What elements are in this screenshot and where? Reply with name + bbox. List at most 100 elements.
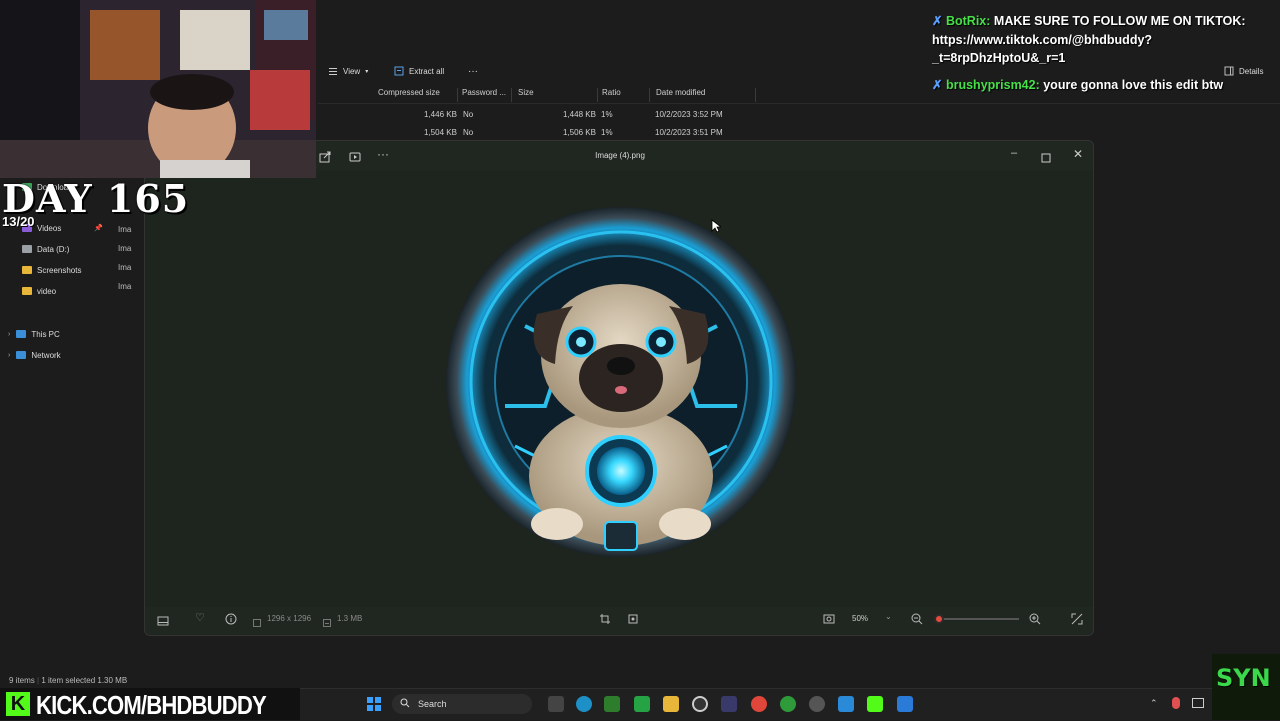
chat-message: ✗ BotRix: MAKE SURE TO FOLLOW ME ON TIKT… [932,12,1277,68]
kick-url-text: KICK.COM/BHDBUDDY [36,690,267,720]
nav-item-label: Network [31,350,61,360]
settings-icon[interactable] [809,696,825,712]
file-compressed: 1,504 KB [424,128,457,137]
nav-item-label: Videos [37,223,62,233]
chat-username: brushyprism42: [945,77,1040,92]
windows-start-icon[interactable] [366,696,382,717]
search-icon [400,698,410,710]
kick-app-icon[interactable] [867,696,883,712]
kick-logo-icon: K [6,692,30,716]
favorite-icon[interactable]: ♡ [195,611,205,624]
drive-icon [22,245,32,253]
list-item[interactable]: Ima [118,239,131,258]
kick-banner: K KICK.COM/BHDBUDDY [0,688,300,720]
list-item[interactable]: Ima [118,220,131,239]
file-explorer-icon[interactable] [663,696,679,712]
status-selected: 1 item selected 1.30 MB [41,676,128,685]
filmstrip-icon[interactable] [157,613,169,631]
day-counter-sub: 13/20 [2,214,35,229]
zoom-level-select[interactable]: 50% [852,614,868,623]
folder-icon [22,287,32,295]
file-compressed: 1,446 KB [424,110,457,119]
extract-label: Extract all [409,66,445,76]
image-canvas[interactable] [145,171,1093,607]
microphone-icon[interactable] [1172,697,1180,709]
list-item[interactable]: Ima [118,277,131,296]
display-icon[interactable] [1192,698,1204,708]
xbox-icon[interactable] [780,696,796,712]
chat-overlay: ✗ BotRix: MAKE SURE TO FOLLOW ME ON TIKT… [932,12,1277,102]
nav-item-label: Screenshots [37,265,82,275]
search-placeholder: Search [418,699,447,709]
view-button[interactable]: View ▾ [328,62,368,80]
spreadsheet-icon[interactable] [634,696,650,712]
view-icon [328,66,338,76]
chat-username: BotRix: [945,14,991,28]
nav-item-label: This PC [31,329,60,339]
sword-icon: ✗ [932,14,943,28]
file-password: No [463,110,474,119]
image-dimensions: 1296 x 1296 [267,614,312,623]
filesize-icon [323,614,331,632]
network-icon [16,351,27,359]
nvidia-icon[interactable] [604,696,620,712]
dimensions-icon [253,614,261,632]
task-view-icon[interactable] [548,696,564,712]
tray-chevron-icon[interactable]: ⌃ [1150,698,1158,709]
edit-icon[interactable] [627,612,639,630]
file-row[interactable]: 1,446 KB No 1,448 KB 1% 10/2/2023 3:52 P… [318,106,1280,124]
zoom-out-icon[interactable] [911,612,923,630]
chevron-down-icon: ⌄ [885,612,892,621]
chrome-icon[interactable] [751,696,767,712]
nav-item-label: Data (D:) [37,244,70,254]
extract-icon [394,66,404,76]
file-date: 10/2/2023 3:51 PM [655,128,723,137]
file-list-stub: Ima Ima Ima Ima [118,220,131,296]
app-icon[interactable] [838,696,854,712]
file-ratio: 1% [601,128,613,137]
chat-text: youre gonna love this edit btw [1043,77,1224,92]
more-options-button[interactable]: ··· [468,62,478,80]
sword-icon: ✗ [932,77,943,92]
syn-logo: SYN [1212,654,1280,720]
crop-icon[interactable] [599,612,611,630]
column-size[interactable]: Size [514,88,598,102]
chevron-right-icon: › [8,330,11,338]
column-compressed-size[interactable]: Compressed size [374,88,458,102]
status-bar: 9 items | 1 item selected 1.30 MB [9,676,128,685]
zoom-slider-track[interactable] [935,618,1019,620]
extract-all-button[interactable]: Extract all [394,62,444,80]
view-label: View [343,66,361,76]
store-icon[interactable] [721,696,737,712]
webcam-scene-image [0,0,316,178]
zoom-slider-thumb[interactable] [934,614,945,624]
viewer-bottom-bar: ♡ 1296 x 1296 1.3 MB 50% ⌄ [145,603,1093,635]
file-date: 10/2/2023 3:52 PM [655,110,723,119]
list-item[interactable]: Ima [118,258,131,277]
image-filesize: 1.3 MB [337,614,363,623]
file-ratio: 1% [601,110,613,119]
fullscreen-icon[interactable] [1071,612,1083,630]
status-item-count: 9 items [9,676,35,685]
column-date-modified[interactable]: Date modified [652,88,756,102]
column-ratio[interactable]: Ratio [598,88,650,102]
editor-icon[interactable] [897,696,913,712]
obs-icon[interactable] [692,696,708,712]
computer-icon [16,330,27,338]
minimize-button[interactable]: – [1011,147,1017,159]
file-size: 1,506 KB [563,128,596,137]
zoom-in-icon[interactable] [1029,612,1041,630]
taskbar-search[interactable]: Search [392,694,532,714]
file-password: No [463,128,474,137]
nav-item-this-pc[interactable]: › This PC [0,325,140,343]
close-button[interactable]: ✕ [1073,147,1083,161]
more-label: ··· [468,65,478,77]
column-password[interactable]: Password ... [458,88,512,102]
fit-to-window-icon[interactable] [823,612,835,630]
maximize-button[interactable] [1041,150,1051,168]
mouse-cursor-icon [711,219,721,233]
info-icon[interactable] [225,612,237,630]
syn-logo-text: SYN [1216,664,1271,692]
nav-item-network[interactable]: › Network [0,346,140,364]
edge-icon[interactable] [576,696,592,712]
